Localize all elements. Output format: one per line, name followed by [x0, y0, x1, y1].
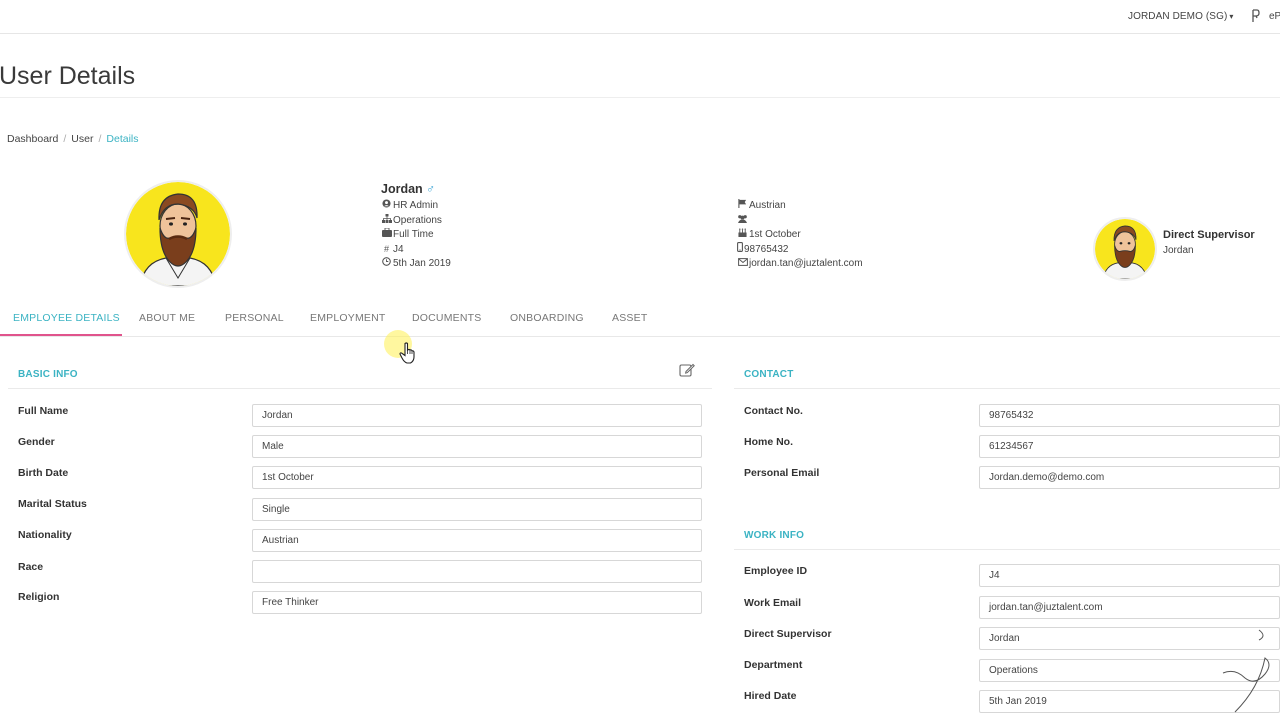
- profile-birthday: 1st October: [749, 229, 801, 240]
- hired-date-label: Hired Date: [744, 690, 797, 702]
- work-email-field[interactable]: jordan.tan@juztalent.com: [979, 596, 1280, 619]
- profile-employment-type: Full Time: [393, 229, 434, 240]
- edit-icon[interactable]: [679, 363, 695, 377]
- clock-icon: [381, 256, 392, 271]
- profile-summary: Jordan ♂ HR Admin Operations Full Time #…: [381, 181, 451, 271]
- department-label: Department: [744, 659, 803, 671]
- supervisor-name: Jordan: [1163, 245, 1194, 256]
- gender-label: Gender: [18, 436, 55, 448]
- birth-date-label: Birth Date: [18, 467, 69, 479]
- active-tab-indicator: [0, 334, 122, 336]
- user-circle-icon: [381, 198, 392, 213]
- top-navbar: JORDAN DEMO (SG) ▾ eP: [0, 0, 1280, 34]
- contact-divider: [734, 388, 1280, 389]
- work-info-heading: WORK INFO: [744, 530, 805, 541]
- male-gender-icon: ♂: [426, 182, 436, 196]
- scribble-overlay: [1215, 628, 1277, 718]
- caret-down-icon[interactable]: ▾: [1229, 12, 1233, 21]
- breadcrumb-separator: /: [98, 133, 102, 145]
- supervisor-label: Direct Supervisor: [1163, 229, 1255, 241]
- tab-employee-details[interactable]: EMPLOYEE DETAILS: [13, 312, 120, 324]
- profile-birthday-row: 1st October: [737, 227, 863, 242]
- profile-employee-id: J4: [393, 243, 404, 255]
- home-no-field[interactable]: 61234567: [979, 435, 1280, 458]
- page-title: User Details: [0, 62, 136, 90]
- breadcrumb-separator: /: [63, 133, 67, 145]
- work-email-label: Work Email: [744, 597, 801, 609]
- tab-documents[interactable]: DOCUMENTS: [412, 312, 481, 324]
- tab-onboarding[interactable]: ONBOARDING: [510, 312, 584, 324]
- profile-name-row: Jordan ♂: [381, 181, 451, 198]
- title-divider: [0, 97, 1280, 98]
- profile-nationality: Austrian: [749, 200, 786, 211]
- full-name-field[interactable]: Jordan: [252, 404, 702, 427]
- profile-race-row: [737, 213, 863, 228]
- profile-department-row: Operations: [381, 213, 451, 228]
- basic-info-divider: [8, 388, 712, 389]
- contact-no-field[interactable]: 98765432: [979, 404, 1280, 427]
- envelope-icon: [737, 256, 748, 271]
- profile-tabs: EMPLOYEE DETAILS ABOUT ME PERSONAL EMPLO…: [0, 304, 1280, 337]
- home-no-label: Home No.: [744, 436, 794, 448]
- basic-info-heading: BASIC INFO: [18, 369, 78, 380]
- nationality-field[interactable]: Austrian: [252, 529, 702, 552]
- personal-email-field[interactable]: Jordan.demo@demo.com: [979, 466, 1280, 489]
- hand-pointer-icon: [399, 342, 417, 364]
- profile-hired-date: 5th Jan 2019: [393, 258, 451, 269]
- personal-email-label: Personal Email: [744, 467, 820, 479]
- mobile-icon: [737, 241, 743, 257]
- breadcrumb: Dashboard / User / Details: [7, 133, 139, 145]
- profile-hired-row: 5th Jan 2019: [381, 256, 451, 271]
- religion-label: Religion: [18, 591, 60, 603]
- breadcrumb-dashboard[interactable]: Dashboard: [7, 133, 58, 145]
- profile-nationality-row: Austrian: [737, 198, 863, 213]
- employee-id-label: Employee ID: [744, 565, 808, 577]
- profile-email: jordan.tan@juztalent.com: [749, 258, 863, 269]
- tab-employment[interactable]: EMPLOYMENT: [310, 312, 386, 324]
- briefcase-icon: [381, 227, 392, 242]
- employee-id-field[interactable]: J4: [979, 564, 1280, 587]
- brand-text[interactable]: eP: [1269, 11, 1280, 22]
- religion-field[interactable]: Free Thinker: [252, 591, 702, 614]
- marital-status-field[interactable]: Single: [252, 498, 702, 521]
- profile-role-row: HR Admin: [381, 198, 451, 213]
- sitemap-icon: [381, 213, 392, 228]
- profile-employment-row: Full Time: [381, 227, 451, 242]
- profile-department: Operations: [393, 214, 442, 226]
- nationality-label: Nationality: [18, 529, 72, 541]
- breadcrumb-details: Details: [106, 133, 139, 145]
- full-name-label: Full Name: [18, 405, 69, 417]
- profile-id-row: # J4: [381, 242, 451, 257]
- birth-date-field[interactable]: 1st October: [252, 466, 702, 489]
- profile-name: Jordan: [381, 182, 423, 196]
- tab-about-me[interactable]: ABOUT ME: [139, 312, 195, 324]
- profile-phone: 98765432: [744, 243, 789, 255]
- supervisor-avatar: [1093, 217, 1157, 281]
- contact-heading: CONTACT: [744, 369, 794, 380]
- tenant-label[interactable]: JORDAN DEMO (SG): [1128, 11, 1227, 22]
- marital-status-label: Marital Status: [18, 498, 87, 510]
- tab-personal[interactable]: PERSONAL: [225, 312, 284, 324]
- profile-email-row: jordan.tan@juztalent.com: [737, 256, 863, 271]
- brand-logo-icon[interactable]: [1251, 9, 1261, 26]
- tab-asset[interactable]: ASSET: [612, 312, 647, 324]
- flag-icon: [737, 198, 748, 213]
- gender-field[interactable]: Male: [252, 435, 702, 458]
- direct-supervisor-label: Direct Supervisor: [744, 628, 832, 640]
- tenant-switcher[interactable]: JORDAN DEMO (SG) ▾: [1128, 11, 1234, 22]
- birthday-cake-icon: [737, 227, 748, 242]
- profile-details: Austrian 1st October 98765432 jordan.tan…: [737, 198, 863, 271]
- contact-no-label: Contact No.: [744, 405, 803, 417]
- hash-icon: #: [383, 243, 389, 254]
- profile-avatar: [124, 180, 232, 288]
- profile-phone-row: 98765432: [737, 241, 863, 257]
- breadcrumb-user[interactable]: User: [71, 133, 93, 145]
- profile-role: HR Admin: [393, 200, 439, 211]
- race-label: Race: [18, 561, 44, 573]
- race-field[interactable]: [252, 560, 702, 583]
- work-info-divider: [734, 549, 1280, 550]
- users-icon: [737, 213, 748, 228]
